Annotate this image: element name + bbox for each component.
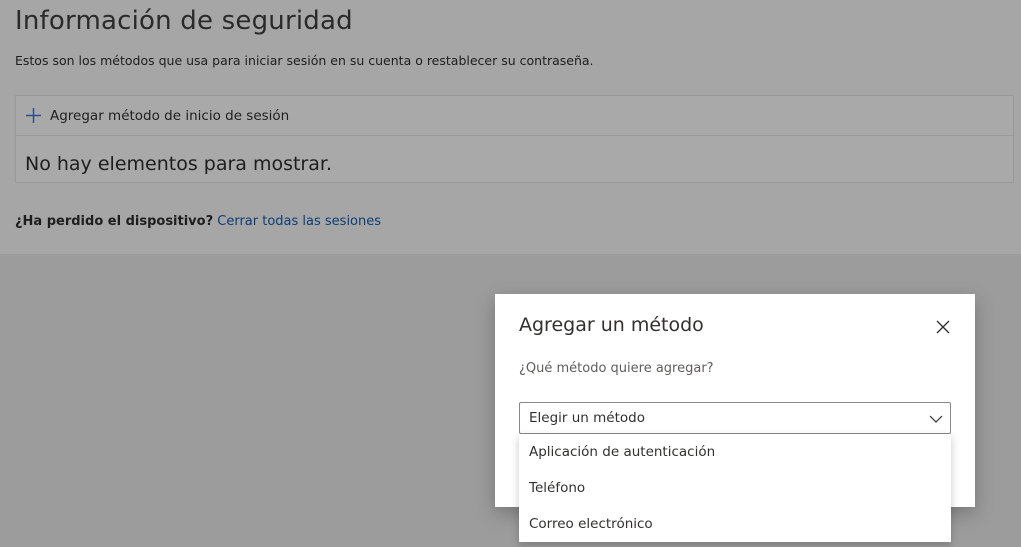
chevron-down-icon <box>929 415 943 423</box>
lost-device-row: ¿Ha perdido el dispositivo? Cerrar todas… <box>15 214 381 229</box>
add-method-label: Agregar método de inicio de sesión <box>50 107 290 124</box>
plus-icon <box>26 108 41 123</box>
methods-card: Agregar método de inicio de sesión No ha… <box>15 95 1014 183</box>
close-icon <box>936 320 950 334</box>
option-phone[interactable]: Teléfono <box>519 470 951 506</box>
empty-message: No hay elementos para mostrar. <box>25 153 332 175</box>
method-options-list: Aplicación de autenticación Teléfono Cor… <box>519 434 951 542</box>
method-select[interactable]: Elegir un método <box>519 402 951 434</box>
sign-out-everywhere-link[interactable]: Cerrar todas las sesiones <box>217 214 381 229</box>
page-title: Información de seguridad <box>15 6 353 36</box>
dialog-question: ¿Qué método quiere agregar? <box>519 361 714 376</box>
method-select-value: Elegir un método <box>529 410 645 426</box>
add-method-button[interactable]: Agregar método de inicio de sesión <box>16 96 1013 136</box>
close-button[interactable] <box>933 317 953 337</box>
security-info-page: Información de seguridad Estos son los m… <box>0 0 1021 254</box>
lost-device-question: ¿Ha perdido el dispositivo? <box>15 214 214 229</box>
option-authenticator-app[interactable]: Aplicación de autenticación <box>519 434 951 470</box>
option-email[interactable]: Correo electrónico <box>519 506 951 542</box>
dialog-title: Agregar un método <box>519 314 704 336</box>
page-subtitle: Estos son los métodos que usa para inici… <box>15 53 594 68</box>
